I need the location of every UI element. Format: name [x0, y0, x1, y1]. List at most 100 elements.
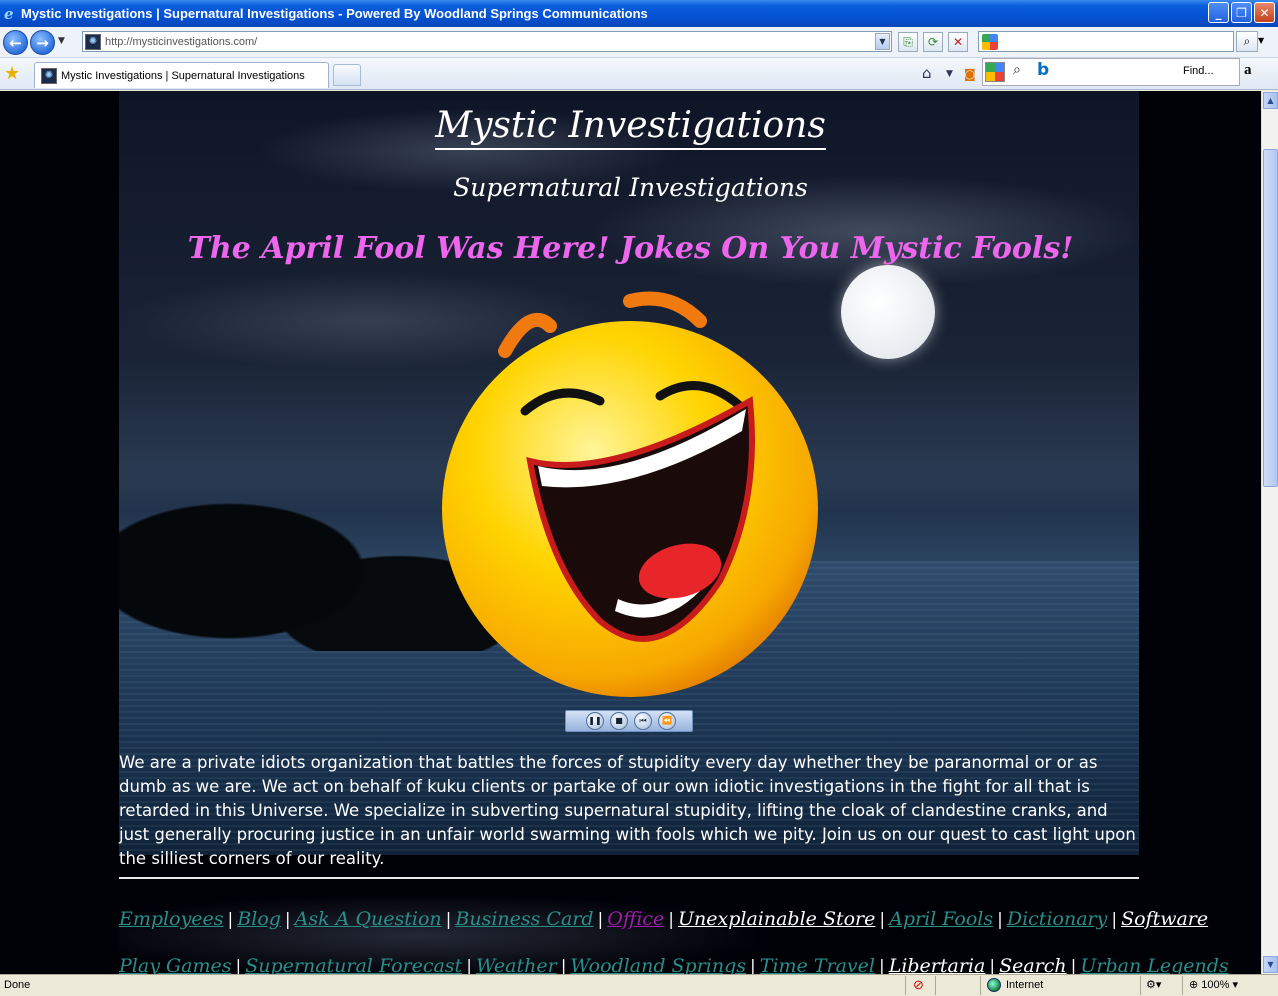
nav-separator: | — [235, 957, 242, 974]
previous-button[interactable]: ⏮ — [634, 712, 652, 730]
google-toolbar-icon[interactable] — [985, 62, 1005, 82]
nav-link-time-travel[interactable]: Time Travel — [760, 955, 875, 974]
stop-media-button[interactable]: ■ — [610, 712, 628, 730]
tab-favicon-icon: ✺ — [41, 67, 57, 84]
popup-blocker-icon[interactable]: ⊘ — [913, 977, 924, 993]
new-tab-button[interactable] — [333, 64, 361, 86]
nav-separator: | — [989, 957, 996, 974]
nav-link-play-games[interactable]: Play Games — [119, 955, 231, 974]
divider — [119, 877, 1139, 879]
rewind-button[interactable]: ⏪ — [658, 712, 676, 730]
nav-row-1: Employees | Blog | Ask A Question | Business C… — [119, 896, 1208, 943]
refresh-button[interactable]: ⟳ — [923, 32, 943, 52]
nav-link-weather[interactable]: Weather — [476, 955, 557, 974]
search-button[interactable]: ⌕ — [1236, 31, 1258, 52]
nav-separator: | — [227, 910, 234, 930]
nav-link-blog[interactable]: Blog — [237, 908, 281, 930]
site-favicon-icon: ✺ — [85, 33, 101, 50]
amazon-icon[interactable]: a — [1244, 62, 1252, 79]
address-url: http://mysticinvestigations.com/ — [105, 35, 258, 48]
zoom-value: 100% — [1201, 979, 1230, 991]
tab-label: Mystic Investigations | Supernatural Inv… — [61, 69, 305, 82]
nav-link-unexplainable-store[interactable]: Unexplainable Store — [678, 908, 875, 930]
nav-link-business-card[interactable]: Business Card — [455, 908, 593, 930]
address-dropdown-button[interactable]: ▼ — [875, 33, 890, 50]
bing-icon[interactable]: b — [1037, 60, 1049, 80]
compatibility-view-button[interactable]: ⎘ — [898, 32, 918, 52]
feeds-icon[interactable]: ◙ — [964, 67, 976, 81]
window-title-bar[interactable]: e Mystic Investigations | Supernatural I… — [0, 0, 1278, 27]
ie-logo-icon: e — [4, 4, 14, 23]
zone-label: Internet — [1006, 979, 1044, 991]
protected-mode-icon[interactable]: ⚙▾ — [1146, 978, 1161, 991]
minimize-button[interactable]: _ — [1208, 2, 1229, 23]
back-arrow-icon: ← — [9, 33, 22, 52]
nav-separator: | — [879, 910, 886, 930]
zoom-level[interactable]: ⊕ 100% ▾ — [1189, 978, 1238, 991]
forward-arrow-icon: → — [36, 33, 49, 52]
scroll-thumb[interactable] — [1263, 149, 1278, 487]
intro-paragraph: We are a private idiots organization tha… — [119, 753, 1136, 868]
stop-button[interactable]: ✕ — [948, 32, 968, 52]
nav-link-woodland-springs[interactable]: Woodland Springs — [570, 955, 746, 974]
site-navigation: Employees | Blog | Ask A Question | Business C… — [119, 896, 1229, 974]
home-dropdown[interactable]: ▼ — [946, 69, 953, 79]
search-input[interactable] — [978, 31, 1234, 52]
nav-separator: | — [1070, 957, 1077, 974]
stop-icon: ✕ — [952, 35, 964, 49]
laughing-smiley-animation — [442, 291, 818, 697]
vertical-scrollbar[interactable]: ▲ ▼ — [1261, 91, 1278, 974]
nav-link-search[interactable]: Search — [999, 955, 1067, 974]
nav-link-office[interactable]: Office — [607, 908, 664, 930]
nav-row-2: Play Games | Supernatural Forecast | Weather… — [119, 943, 1229, 974]
back-button[interactable]: ← — [3, 30, 28, 55]
window-title: Mystic Investigations | Supernatural Inv… — [21, 6, 648, 21]
search-toolbar: ⌕ b Find... — [982, 58, 1240, 86]
search-options-dropdown[interactable]: ▼ — [1258, 36, 1264, 45]
status-text: Done — [4, 979, 31, 991]
nav-separator: | — [597, 910, 604, 930]
nav-separator: | — [284, 910, 291, 930]
nav-link-dictionary[interactable]: Dictionary — [1007, 908, 1107, 930]
nav-link-supernatural-forecast[interactable]: Supernatural Forecast — [245, 955, 462, 974]
pause-button[interactable]: ❚❚ — [586, 712, 604, 730]
address-toolbar: ← → ▼ ✺ http://mysticinvestigations.com/… — [0, 27, 1278, 58]
close-button[interactable]: ✕ — [1254, 2, 1275, 23]
home-icon[interactable]: ⌂ — [922, 64, 932, 82]
page-content: Mystic Investigations Supernatural Inves… — [0, 91, 1261, 974]
nav-link-software[interactable]: Software — [1121, 908, 1208, 930]
nav-separator: | — [1111, 910, 1118, 930]
page-title-text: Mystic Investigations — [435, 105, 826, 150]
nav-separator: | — [560, 957, 567, 974]
find-button[interactable]: Find... — [1183, 65, 1214, 77]
page-subtitle: Supernatural Investigations — [453, 173, 808, 202]
internet-globe-icon — [987, 978, 1001, 992]
search-icon: ⌕ — [1243, 34, 1251, 48]
address-bar[interactable]: ✺ http://mysticinvestigations.com/ ▼ — [82, 31, 892, 52]
nav-separator: | — [445, 910, 452, 930]
april-fool-announcement: The April Fool Was Here! Jokes On You My… — [187, 231, 1074, 266]
tab-mystic-investigations[interactable]: ✺ Mystic Investigations | Supernatural I… — [34, 62, 329, 88]
media-player-controls: ❚❚ ■ ⏮ ⏪ — [565, 710, 693, 732]
status-bar: Done ⊘ Internet ⚙▾ ⊕ 100% ▾ — [0, 974, 1278, 996]
scroll-up-button[interactable]: ▲ — [1263, 92, 1278, 109]
maximize-button[interactable]: ❐ — [1231, 2, 1252, 23]
nav-link-urban-legends[interactable]: Urban Legends — [1080, 955, 1228, 974]
security-zone[interactable]: Internet — [987, 978, 1043, 992]
page-title: Mystic Investigations — [0, 105, 1261, 150]
favorites-star-icon[interactable]: ★ — [4, 63, 20, 84]
nav-link-employees[interactable]: Employees — [119, 908, 224, 930]
nav-separator: | — [750, 957, 756, 974]
nav-separator: | — [466, 957, 472, 974]
nav-separator: | — [878, 957, 885, 974]
google-search-icon — [982, 34, 998, 50]
scroll-down-button[interactable]: ▼ — [1263, 956, 1278, 973]
nav-link-ask-a-question[interactable]: Ask A Question — [295, 908, 442, 930]
nav-link-libertaria[interactable]: Libertaria — [889, 955, 986, 974]
moon-image — [841, 265, 935, 359]
forward-button[interactable]: → — [30, 30, 55, 55]
nav-link-april-fools[interactable]: April Fools — [889, 908, 993, 930]
recent-pages-dropdown[interactable]: ▼ — [58, 36, 65, 46]
tab-bar: ★ ✺ Mystic Investigations | Supernatural… — [0, 58, 1278, 90]
magnifier-icon[interactable]: ⌕ — [1013, 62, 1021, 78]
